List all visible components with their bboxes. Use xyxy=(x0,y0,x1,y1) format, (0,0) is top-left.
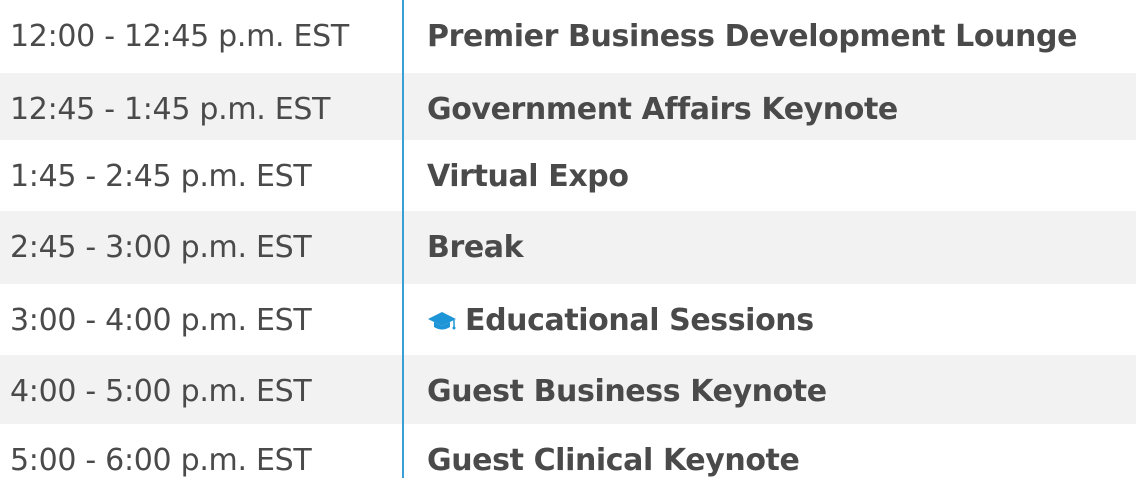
session-title-text: Educational Sessions xyxy=(465,303,814,338)
session-title-text: Virtual Expo xyxy=(427,159,629,194)
session-time: 5:00 - 6:00 p.m. EST xyxy=(10,443,312,478)
schedule-row: 12:45 - 1:45 p.m. EST Government Affairs… xyxy=(0,73,1136,146)
session-title[interactable]: Government Affairs Keynote xyxy=(402,92,898,127)
session-time: 12:45 - 1:45 p.m. EST xyxy=(10,92,331,127)
session-title[interactable]: Guest Clinical Keynote xyxy=(402,443,800,478)
schedule-row: 12:00 - 12:45 p.m. EST Premier Business … xyxy=(0,0,1136,73)
agenda-schedule: 12:00 - 12:45 p.m. EST Premier Business … xyxy=(0,0,1136,478)
session-title-text: Guest Clinical Keynote xyxy=(427,443,800,478)
session-title[interactable]: Guest Business Keynote xyxy=(402,374,827,409)
schedule-row: 5:00 - 6:00 p.m. EST Guest Clinical Keyn… xyxy=(0,424,1136,478)
session-title-text: Guest Business Keynote xyxy=(427,374,827,409)
session-time: 2:45 - 3:00 p.m. EST xyxy=(10,230,312,265)
schedule-row: 4:00 - 5:00 p.m. EST Guest Business Keyn… xyxy=(0,355,1136,428)
session-title[interactable]: Break xyxy=(402,230,524,265)
session-title-text: Government Affairs Keynote xyxy=(427,92,898,127)
session-title-text: Premier Business Development Lounge xyxy=(427,19,1078,54)
schedule-row: 2:45 - 3:00 p.m. EST Break xyxy=(0,211,1136,284)
session-time: 4:00 - 5:00 p.m. EST xyxy=(10,374,312,409)
graduation-cap-icon xyxy=(428,311,456,329)
schedule-row: 1:45 - 2:45 p.m. EST Virtual Expo xyxy=(0,140,1136,213)
session-time: 12:00 - 12:45 p.m. EST xyxy=(10,19,349,54)
schedule-row: 3:00 - 4:00 p.m. EST Educational Session… xyxy=(0,284,1136,357)
session-title[interactable]: Virtual Expo xyxy=(402,159,629,194)
column-divider xyxy=(402,0,404,478)
session-time: 1:45 - 2:45 p.m. EST xyxy=(10,159,312,194)
session-title[interactable]: Educational Sessions xyxy=(402,303,814,338)
session-time: 3:00 - 4:00 p.m. EST xyxy=(10,303,312,338)
session-title-text: Break xyxy=(427,230,524,265)
session-title[interactable]: Premier Business Development Lounge xyxy=(402,19,1077,54)
